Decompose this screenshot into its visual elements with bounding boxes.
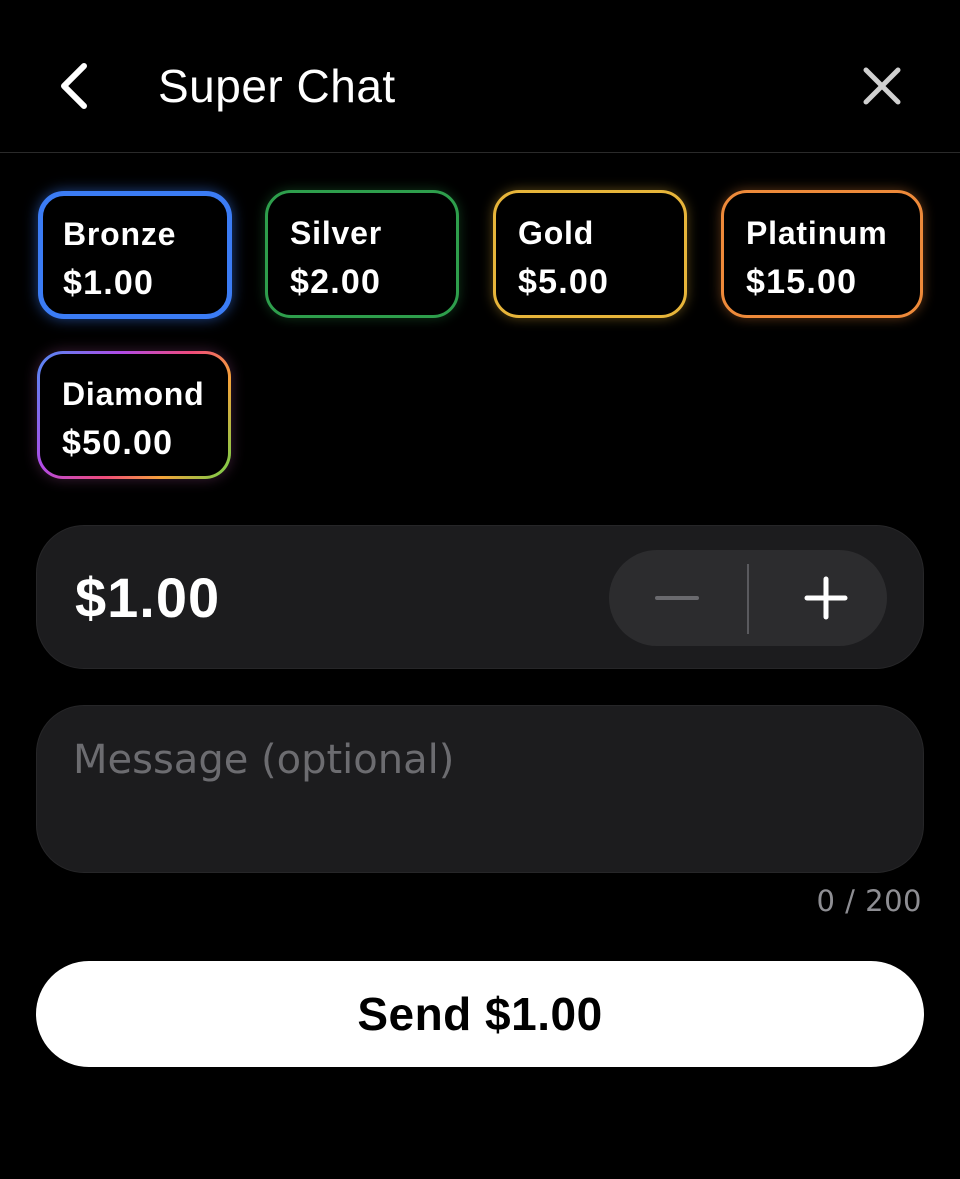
- tier-price: $50.00: [62, 424, 174, 462]
- minus-icon: [655, 596, 699, 600]
- tier-price: $2.00: [290, 263, 382, 301]
- plus-icon: [804, 576, 848, 620]
- tier-diamond[interactable]: Diamond $50.00: [37, 351, 231, 479]
- message-input[interactable]: [73, 732, 883, 842]
- tier-price: $1.00: [63, 264, 155, 302]
- close-button[interactable]: [858, 62, 906, 110]
- char-count: 0 / 200: [816, 884, 922, 918]
- tier-platinum[interactable]: Platinum $15.00: [721, 190, 923, 318]
- tier-price: $15.00: [746, 263, 858, 301]
- decrease-button[interactable]: [609, 550, 748, 646]
- increase-button[interactable]: [748, 550, 887, 646]
- tier-price: $5.00: [518, 263, 610, 301]
- send-button[interactable]: Send $1.00: [36, 961, 924, 1067]
- tier-silver[interactable]: Silver $2.00: [265, 190, 459, 318]
- message-panel: [36, 705, 924, 873]
- header: Super Chat: [0, 0, 960, 153]
- page-title: Super Chat: [158, 60, 396, 112]
- amount-stepper: [609, 550, 887, 646]
- back-button[interactable]: [52, 56, 100, 116]
- tier-name: Silver: [290, 215, 382, 251]
- tier-name: Bronze: [63, 216, 177, 252]
- close-icon: [863, 67, 901, 105]
- tier-name: Gold: [518, 215, 595, 251]
- amount-value: $1.00: [75, 566, 221, 629]
- tier-bronze[interactable]: Bronze $1.00: [38, 191, 232, 319]
- chevron-left-icon: [61, 63, 87, 109]
- amount-panel: $1.00: [36, 525, 924, 669]
- tier-name: Platinum: [746, 215, 888, 251]
- tier-gold[interactable]: Gold $5.00: [493, 190, 687, 318]
- tier-name: Diamond: [62, 376, 205, 412]
